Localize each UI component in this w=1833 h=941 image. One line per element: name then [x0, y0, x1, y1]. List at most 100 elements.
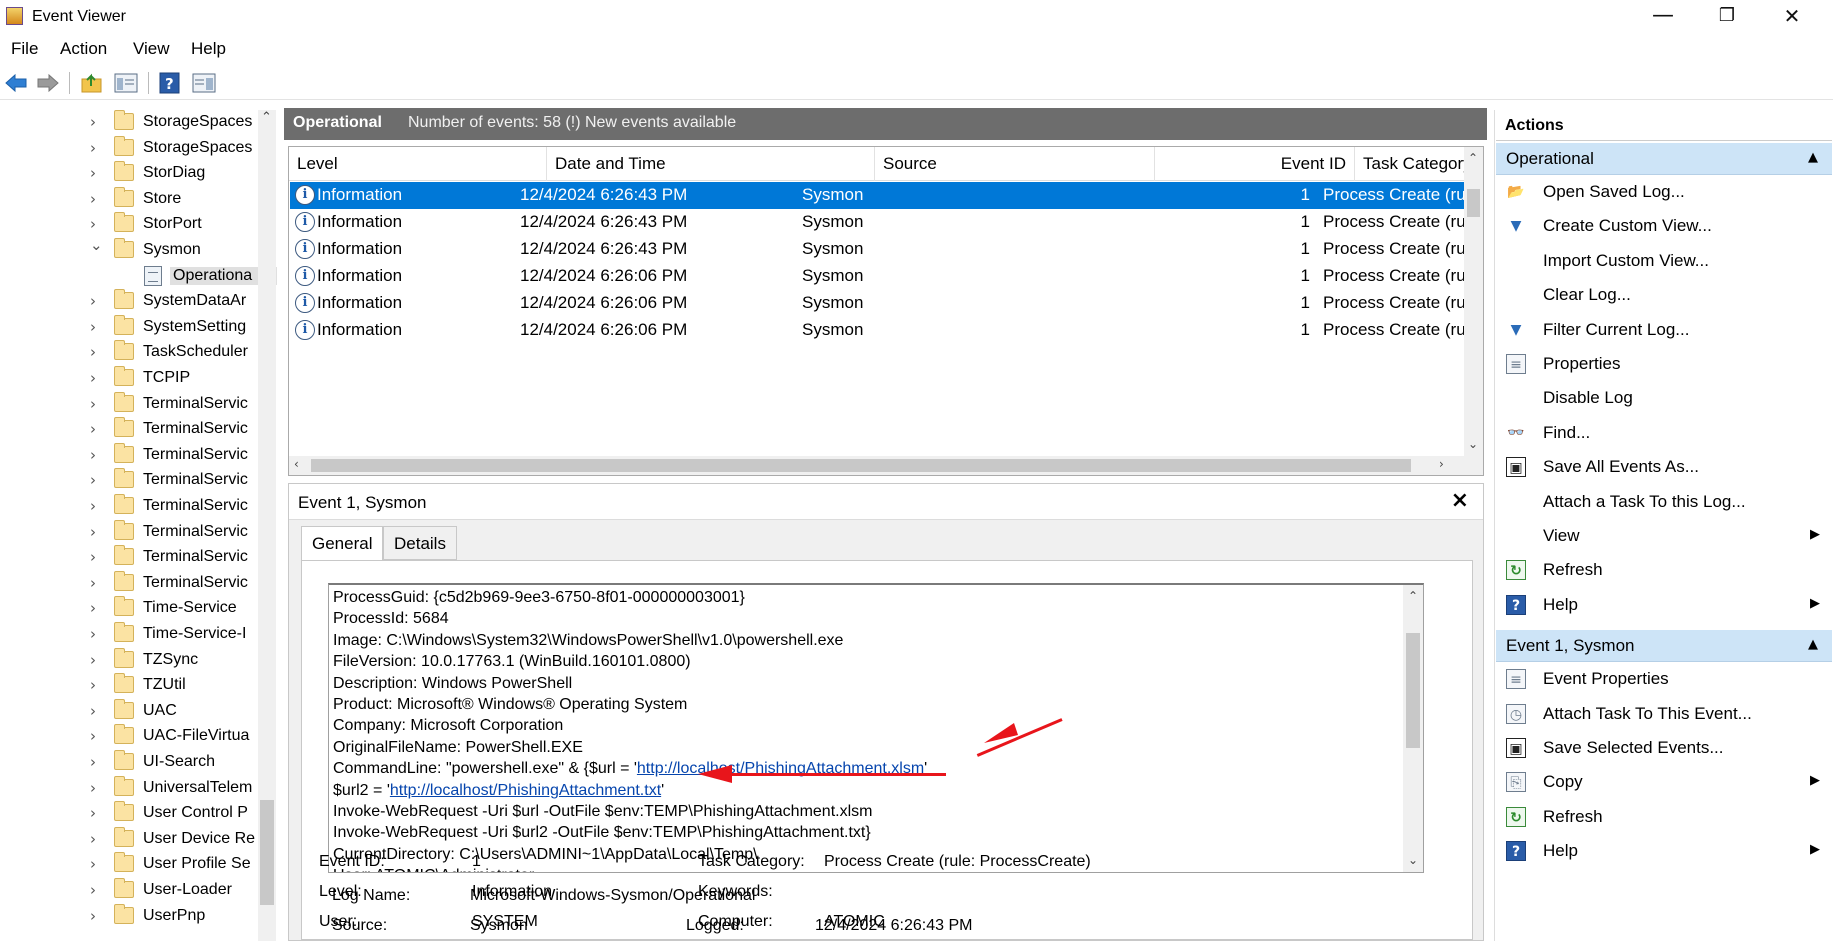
scroll-up-icon[interactable]: ⌃ [1408, 589, 1418, 603]
action-item[interactable]: ≡ Properties [1496, 349, 1832, 379]
tree-item[interactable]: Operationa [0, 264, 277, 289]
tree-scrollbar[interactable]: ⌃ [258, 110, 276, 941]
chevron-right-icon[interactable]: › [90, 574, 96, 592]
chevron-right-icon[interactable]: › [90, 855, 96, 873]
close-detail-icon[interactable]: × [1451, 488, 1469, 513]
scroll-left-icon[interactable]: ‹ [294, 457, 299, 471]
chevron-right-icon[interactable]: › [90, 113, 96, 131]
action-item[interactable]: ▼ Create Custom View... [1496, 211, 1832, 241]
collapse-caret-icon[interactable]: ▲ [1808, 150, 1818, 165]
tree-item[interactable]: › Time-Service-I [0, 622, 258, 647]
tree-scroll-thumb[interactable] [260, 800, 274, 905]
tree-item[interactable]: › TZSync [0, 647, 258, 673]
chevron-right-icon[interactable]: › [90, 343, 96, 361]
chevron-right-icon[interactable]: › [90, 318, 96, 336]
action-item[interactable]: View ▶ [1496, 521, 1832, 551]
chevron-right-icon[interactable]: › [90, 420, 96, 438]
show-hide-action-pane-icon[interactable] [192, 72, 216, 94]
url-link[interactable]: http://localhost/PhishingAttachment.txt [390, 782, 661, 799]
scroll-up-icon[interactable]: ⌃ [261, 110, 272, 125]
forward-arrow-icon[interactable] [36, 72, 60, 94]
up-folder-icon[interactable] [80, 72, 104, 94]
message-scrollbar[interactable]: ⌃ ⌄ [1403, 585, 1423, 872]
tree-item[interactable]: › User Device Re [0, 826, 258, 852]
chevron-right-icon[interactable]: › [90, 753, 96, 771]
tree-item[interactable]: › User-Loader [0, 878, 258, 903]
tree-item[interactable]: › Time-Service [0, 596, 258, 621]
chevron-right-icon[interactable]: › [90, 804, 96, 822]
chevron-right-icon[interactable]: › [90, 599, 96, 617]
actions-section-header[interactable]: Event 1, Sysmon ▲ [1496, 630, 1832, 663]
action-item[interactable]: ≡ Event Properties [1496, 664, 1832, 694]
actions-section-header[interactable]: Operational ▲ [1496, 143, 1832, 175]
scroll-down-icon[interactable]: ⌄ [1408, 853, 1418, 867]
table-row[interactable]: i Information 12/4/2024 6:26:43 PM Sysmon 1 P… [290, 182, 1465, 209]
menu-file[interactable]: File [11, 39, 38, 59]
tree-item[interactable]: › UniversalTelem [0, 775, 258, 801]
chevron-right-icon[interactable]: › [90, 881, 96, 899]
column-task-category[interactable]: Task Category [1355, 147, 1465, 181]
chevron-right-icon[interactable]: › [90, 727, 96, 745]
chevron-right-icon[interactable]: › [90, 625, 96, 643]
help-icon[interactable]: ? [158, 72, 182, 94]
chevron-right-icon[interactable]: › [90, 190, 96, 208]
menu-action[interactable]: Action [60, 39, 107, 59]
chevron-right-icon[interactable]: › [90, 471, 96, 489]
column-source[interactable]: Source [875, 147, 1155, 181]
action-item[interactable]: Disable Log [1496, 383, 1832, 413]
chevron-right-icon[interactable]: › [90, 292, 96, 310]
action-item[interactable]: ▼ Filter Current Log... [1496, 315, 1832, 345]
event-list-vscroll-thumb[interactable] [1467, 189, 1480, 217]
tree-item[interactable]: › User Profile Se [0, 852, 258, 877]
scroll-down-icon[interactable]: ⌄ [1468, 437, 1478, 451]
chevron-right-icon[interactable]: › [90, 446, 96, 464]
tab-general[interactable]: General [301, 526, 384, 562]
chevron-right-icon[interactable]: › [90, 523, 96, 541]
tree-item[interactable]: › TZUtil [0, 673, 258, 698]
tree-item[interactable]: › SystemSetting [0, 314, 258, 340]
menu-view[interactable]: View [133, 39, 170, 59]
action-item[interactable]: ? Help ▶ [1496, 836, 1832, 866]
message-scroll-thumb[interactable] [1406, 633, 1420, 748]
tree-item[interactable]: › StorageSpaces [0, 110, 258, 135]
action-item[interactable]: Import Custom View... [1496, 246, 1832, 276]
chevron-right-icon[interactable]: › [90, 548, 96, 566]
chevron-right-icon[interactable]: › [90, 651, 96, 669]
chevron-right-icon[interactable]: › [90, 907, 96, 925]
tree-item[interactable]: › StorDiag [0, 161, 258, 186]
scroll-right-icon[interactable]: › [1439, 457, 1444, 471]
table-row[interactable]: i Information 12/4/2024 6:26:43 PM Sysmon 1 P… [290, 236, 1465, 263]
tree-item[interactable]: › StorPort [0, 212, 258, 237]
tree-item[interactable]: › StorageSpaces [0, 135, 258, 161]
chevron-right-icon[interactable]: › [90, 830, 96, 848]
maximize-button[interactable]: ❐ [1697, 0, 1757, 34]
column-event-id[interactable]: Event ID [1155, 147, 1355, 181]
minimize-button[interactable]: — [1633, 0, 1693, 34]
action-item[interactable]: ◷ Attach Task To This Event... [1496, 699, 1832, 729]
chevron-right-icon[interactable]: › [90, 215, 96, 233]
chevron-right-icon[interactable]: › [90, 676, 96, 694]
tree-item[interactable]: › UAC-FileVirtua [0, 724, 258, 749]
tree-item[interactable]: › TerminalServic [0, 417, 258, 442]
action-item[interactable]: Clear Log... [1496, 280, 1832, 310]
action-item[interactable]: ↻ Refresh [1496, 802, 1832, 832]
event-list-hscroll-thumb[interactable] [311, 459, 1411, 472]
table-row[interactable]: i Information 12/4/2024 6:26:06 PM Sysmon 1 P… [290, 290, 1465, 317]
tree-item[interactable]: › UAC [0, 698, 258, 724]
tree-item[interactable]: › TerminalServic [0, 545, 258, 570]
tree-item[interactable]: › TaskScheduler [0, 340, 258, 365]
tree-item[interactable]: › TerminalServic [0, 391, 258, 417]
action-item[interactable]: ↻ Refresh [1496, 555, 1832, 585]
event-list-hscrollbar[interactable]: ‹ › [289, 456, 1483, 475]
action-item[interactable]: ? Help ▶ [1496, 590, 1832, 620]
action-item[interactable]: Attach a Task To this Log... [1496, 487, 1832, 517]
show-hide-tree-icon[interactable] [114, 72, 138, 94]
column-level[interactable]: Level [289, 147, 547, 181]
action-item[interactable]: 👓 Find... [1496, 418, 1832, 448]
back-arrow-icon[interactable] [4, 72, 28, 94]
action-item[interactable]: ⎘ Copy ▶ [1496, 767, 1832, 797]
chevron-right-icon[interactable]: › [90, 369, 96, 387]
close-window-button[interactable]: ✕ [1762, 0, 1822, 34]
tree-item[interactable]: › SystemDataAr [0, 289, 258, 314]
tree-item[interactable]: ⌄ Sysmon [0, 236, 258, 263]
